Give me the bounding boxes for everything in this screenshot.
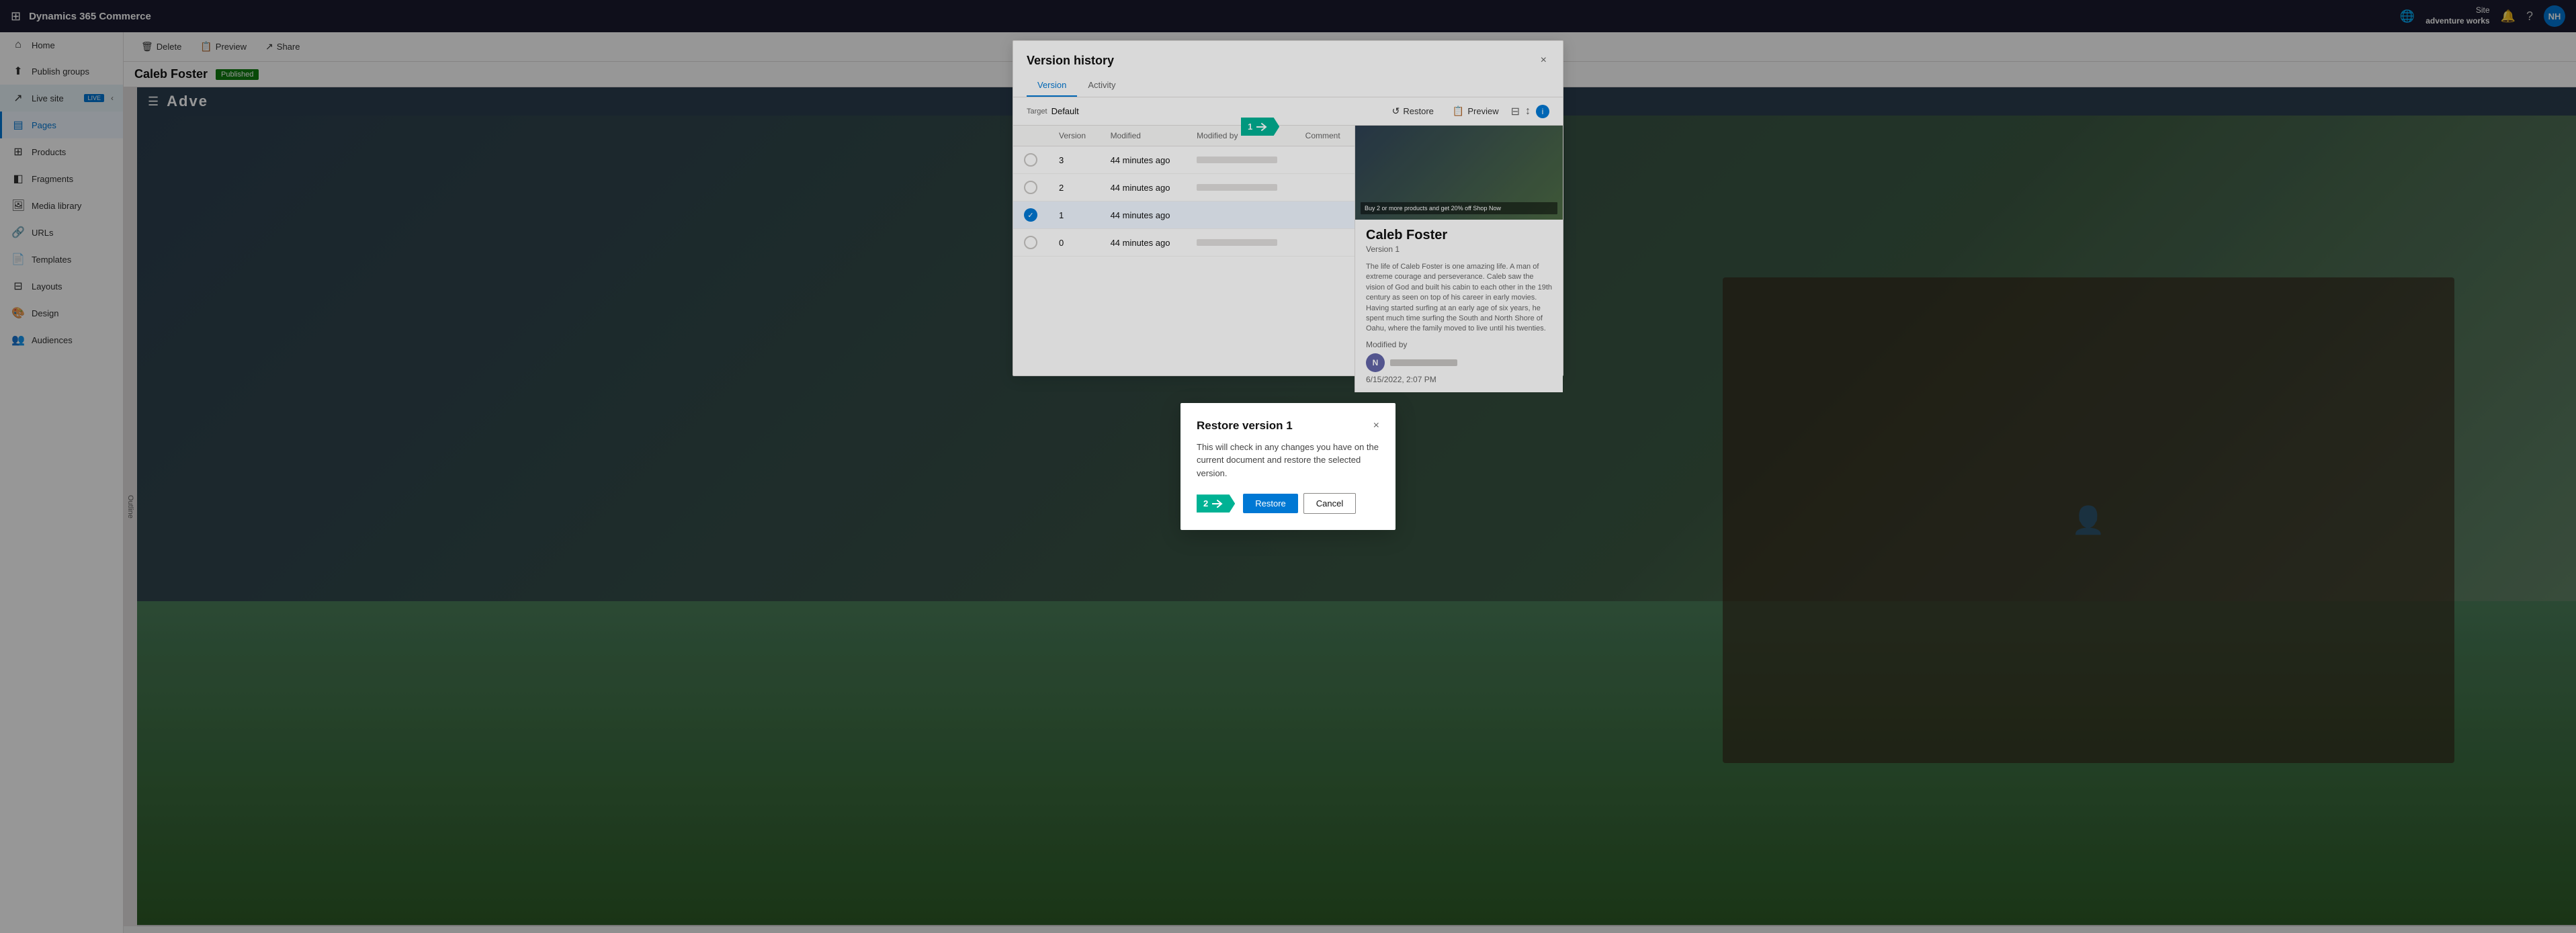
arrow-shape-2: 2 [1197, 494, 1235, 513]
cancel-button[interactable]: Cancel [1303, 493, 1356, 514]
restore-dialog: Restore version 1 × This will check in a… [1180, 403, 1396, 531]
step-2-number: 2 [1203, 498, 1208, 508]
restore-dialog-close-button[interactable]: × [1373, 420, 1379, 432]
restore-confirm-button[interactable]: Restore [1243, 494, 1298, 513]
step-arrow-2-wrapper: 2 [1197, 494, 1235, 513]
arrow-right-icon-2 [1212, 499, 1226, 508]
restore-dialog-actions: 2 Restore Cancel [1197, 493, 1379, 514]
restore-dialog-header: Restore version 1 × [1197, 419, 1379, 433]
restore-dialog-overlay: Restore version 1 × This will check in a… [0, 0, 2576, 933]
restore-dialog-title: Restore version 1 [1197, 419, 1293, 433]
restore-dialog-body: This will check in any changes you have … [1197, 441, 1379, 480]
